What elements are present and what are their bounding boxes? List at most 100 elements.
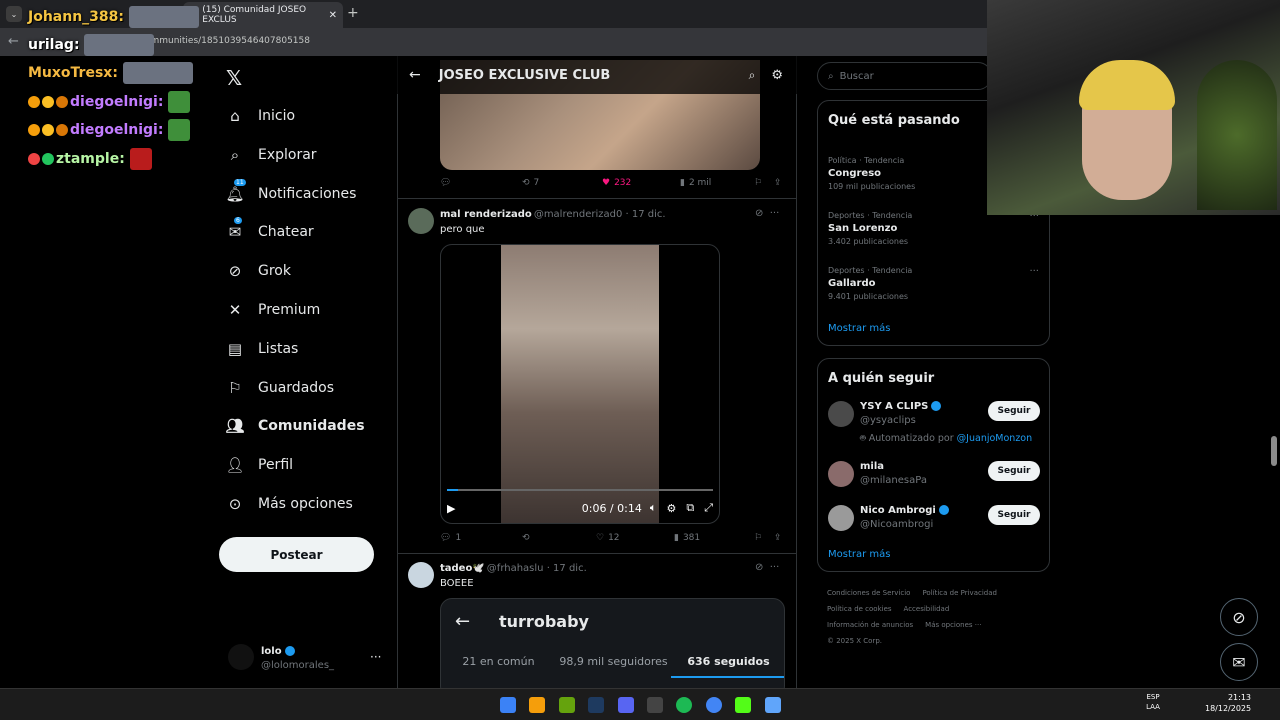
more-dots-icon[interactable]: ··· [370, 650, 381, 664]
follow-name-row: YSY A CLIPS [860, 401, 942, 412]
nav-item-premium[interactable]: ✕ Premium [226, 297, 321, 323]
close-icon[interactable]: ✕ [329, 10, 337, 21]
footer-link[interactable]: Política de Privacidad [922, 589, 997, 597]
nav-item-explorar[interactable]: ⌕ Explorar [226, 142, 317, 168]
mail-icon[interactable]: ✉ [1220, 643, 1258, 681]
footer-link[interactable]: Política de cookies [827, 605, 892, 613]
nav-item-notificaciones[interactable]: 🔔︎ 11 Notificaciones [225, 179, 356, 207]
nav-item-inicio[interactable]: ⌂ Inicio [226, 103, 295, 129]
follow-suggestion[interactable]: mila @milanesaPa Seguir [828, 461, 1040, 501]
like-button[interactable]: ♥ 232 [602, 178, 680, 188]
nav-item-chatear[interactable]: ✉ 6 Chatear [226, 217, 314, 245]
avatar[interactable] [408, 562, 434, 588]
obs-icon[interactable] [647, 697, 663, 713]
pip-icon[interactable]: ⧉ [686, 501, 694, 515]
more-dots-icon[interactable]: ··· [1029, 266, 1039, 277]
views-button[interactable]: ▮ 381 [674, 533, 754, 543]
tweet-text: pero que [440, 224, 485, 235]
nav-item-mas-opciones[interactable]: ⊙ Más opciones [226, 491, 353, 517]
avatar[interactable] [408, 208, 434, 234]
tweet-author[interactable]: tadeo🕊️ @frhahaslu · 17 dic. [440, 563, 587, 574]
retweet-button[interactable]: ⟲ [522, 533, 596, 543]
url-text[interactable]: communities/1851039546407805158 [140, 36, 310, 46]
share-icon[interactable]: ⇪ [774, 533, 782, 543]
volume-icon[interactable]: 🔈︎ [650, 501, 657, 515]
settings-icon[interactable]: ⚙ [666, 502, 676, 515]
video-progress-bar[interactable] [447, 489, 713, 491]
steam-icon[interactable] [588, 697, 604, 713]
show-more-link[interactable]: Mostrar más [828, 549, 891, 560]
footer-link[interactable]: Accesibilidad [904, 605, 950, 613]
footer-link[interactable]: Información de anuncios [827, 621, 913, 629]
system-clock[interactable]: 21:13 18/12/2025 [1205, 692, 1251, 714]
browser-tab[interactable]: 𝕏 (15) Comunidad JOSEO EXCLUS ✕ [183, 2, 343, 28]
grok-icon[interactable]: ⊘ [1220, 598, 1258, 636]
trend-item[interactable]: Deportes · Tendencia San Lorenzo 3.402 pub… [828, 211, 912, 246]
automated-by-link[interactable]: @JuanjoMonzon [957, 433, 1032, 444]
show-more-link[interactable]: Mostrar más [828, 323, 891, 334]
nav-item-grok[interactable]: ⊘ Grok [226, 258, 291, 284]
trend-item[interactable]: Deportes · Tendencia Gallardo 9.401 public… [828, 266, 912, 301]
follow-button[interactable]: Seguir [988, 505, 1040, 525]
grok-icon[interactable]: ⊘ ··· [755, 208, 779, 219]
back-arrow-icon[interactable]: ← [8, 34, 19, 49]
back-arrow-icon[interactable]: ← [409, 67, 421, 83]
nav-item-guardados[interactable]: ⚐ Guardados [226, 375, 334, 401]
tweet-author[interactable]: mal renderizado @malrenderizad0 · 17 dic. [440, 209, 666, 220]
home-icon: ⌂ [230, 107, 240, 125]
trend-name: Gallardo [828, 278, 876, 289]
reply-icon: 💬︎ [440, 178, 452, 188]
notepad-icon[interactable] [765, 697, 781, 713]
tab-menu-button[interactable]: ⌄ [6, 6, 22, 22]
follow-button[interactable]: Seguir [988, 401, 1040, 421]
language-indicator[interactable]: ESP LAA [1145, 692, 1161, 712]
app-icon[interactable] [559, 697, 575, 713]
embedded-image[interactable]: ← turrobaby 21 en común 98,9 mil seguido… [440, 598, 785, 698]
share-icon[interactable]: ⇪ [774, 178, 782, 188]
verified-icon [931, 401, 942, 411]
spotify-icon[interactable] [676, 697, 692, 713]
nav-item-listas[interactable]: ▤ Listas [226, 336, 298, 362]
play-icon[interactable]: ▶ [447, 502, 455, 515]
nav-item-perfil[interactable]: 👤︎ Perfil [225, 452, 293, 478]
gear-icon[interactable]: ⚙ [771, 68, 783, 83]
reply-button[interactable]: 💬︎ 1 [440, 533, 522, 543]
fullscreen-icon[interactable]: ⤢ [704, 501, 713, 515]
keyboard-layout: LAA [1146, 703, 1160, 711]
trend-category: Deportes · Tendencia [828, 266, 913, 275]
emote-image [122, 62, 193, 84]
reply-button[interactable]: 💬︎ [440, 178, 522, 188]
divider [397, 553, 797, 554]
post-button[interactable]: Postear [219, 537, 374, 572]
search-input[interactable]: ⌕ Buscar [817, 62, 992, 90]
search-icon[interactable]: ⌕ [749, 68, 756, 83]
like-button[interactable]: ♡ 12 [596, 533, 674, 543]
video-player[interactable]: ▶ 0:06 / 0:14 🔈︎ ⚙ ⧉ ⤢ [440, 244, 720, 524]
scrollbar[interactable] [1271, 436, 1277, 466]
footer-link[interactable]: Condiciones de Servicio [827, 589, 910, 597]
discord-icon[interactable] [618, 697, 634, 713]
file-explorer-icon[interactable] [529, 697, 545, 713]
footer-link[interactable]: Más opciones ··· [925, 621, 981, 629]
retweet-button[interactable]: ⟲ 7 [522, 178, 602, 188]
chrome-icon[interactable] [706, 697, 722, 713]
new-tab-button[interactable]: + [347, 5, 359, 21]
follow-button[interactable]: Seguir [988, 461, 1040, 481]
views-button[interactable]: ▮ 2 mil [680, 178, 754, 188]
badge-icon [28, 96, 40, 108]
follow-suggestion[interactable]: Nico Ambrogi @Nicoambrogi Seguir [828, 505, 1040, 545]
progress-fill [447, 489, 458, 491]
divider [397, 198, 797, 199]
windows-start-icon[interactable] [500, 697, 516, 713]
bookmark-icon[interactable]: ⚐ [754, 533, 774, 543]
chat-user: ztample: [56, 151, 125, 167]
bookmark-icon[interactable]: ⚐ [754, 178, 774, 188]
grok-icon[interactable]: ⊘ ··· [755, 562, 779, 573]
nav-item-comunidades[interactable]: 👥︎ Comunidades [225, 413, 364, 439]
trend-item[interactable]: Política · Tendencia Congreso 109 mil publ… [828, 156, 915, 191]
profile-name-row: lolo [261, 646, 295, 657]
kick-icon[interactable] [735, 697, 751, 713]
follow-suggestion[interactable]: YSY A CLIPS @ysyaclips 🤖︎ Automatizado p… [828, 401, 1040, 444]
x-logo-icon[interactable]: 𝕏 [226, 66, 242, 90]
account-switcher[interactable]: lolo @lolomorales_ ··· [228, 644, 388, 674]
